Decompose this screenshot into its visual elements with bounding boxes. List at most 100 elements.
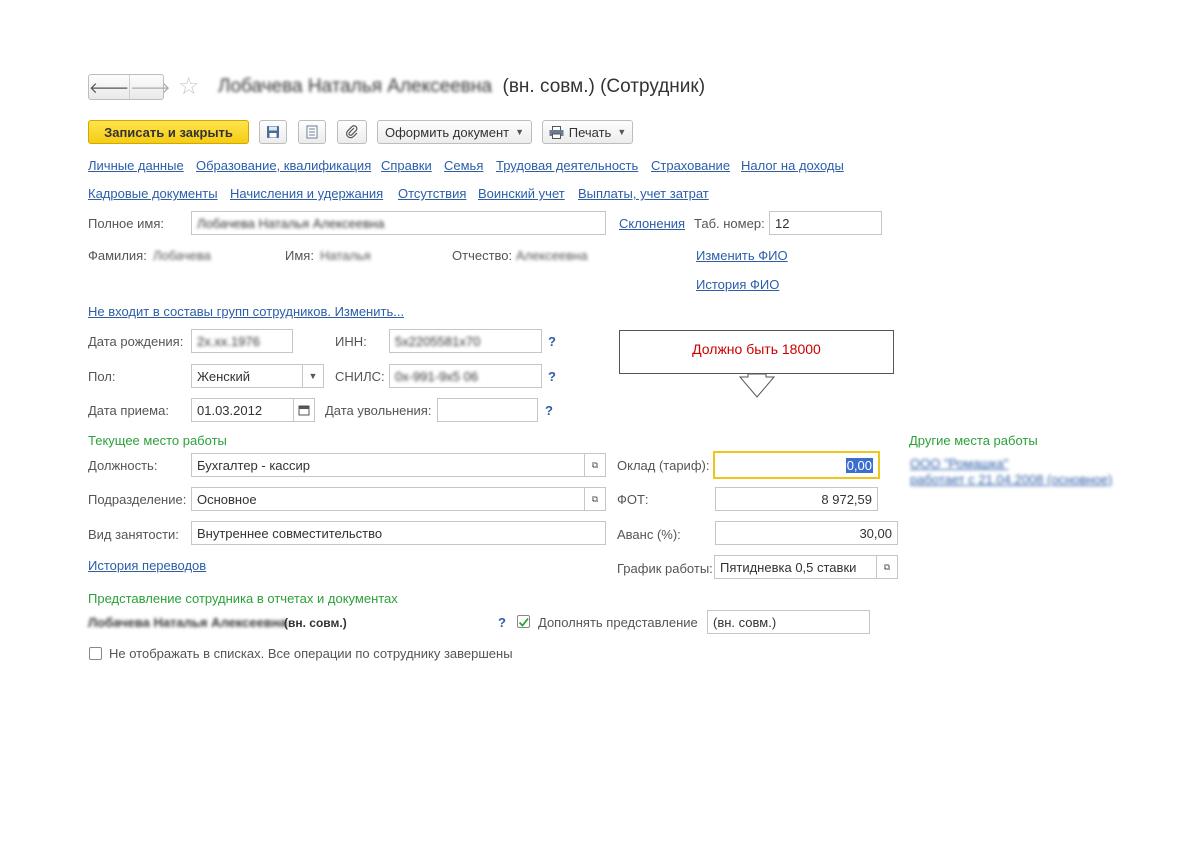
snils-help-icon[interactable]: ? bbox=[548, 369, 556, 384]
transfer-history-link[interactable]: История переводов bbox=[88, 558, 206, 573]
inn-help-icon[interactable]: ? bbox=[548, 334, 556, 349]
snils-value: 0х-991-9х5 06 bbox=[395, 368, 479, 384]
save-button[interactable] bbox=[259, 120, 287, 144]
birth-date-field[interactable]: 2х.хх.1976 bbox=[191, 329, 293, 353]
link-personal-data[interactable]: Личные данные bbox=[88, 158, 184, 173]
title-employee-name: Лобачева Наталья Алексеевна bbox=[218, 76, 492, 97]
print-button[interactable]: Печать ▼ bbox=[542, 120, 633, 144]
dismissal-date-label: Дата увольнения: bbox=[325, 403, 432, 418]
floppy-disk-icon bbox=[267, 126, 279, 138]
link-absences[interactable]: Отсутствия bbox=[398, 186, 466, 201]
create-document-label: Оформить документ bbox=[384, 124, 510, 140]
link-certificates[interactable]: Справки bbox=[381, 158, 432, 173]
supplement-field[interactable]: (вн. совм.) bbox=[707, 610, 870, 634]
position-value: Бухгалтер - кассир bbox=[197, 457, 311, 473]
open-icon[interactable]: ⧉ bbox=[584, 454, 605, 476]
patronymic-value: Алексеевна bbox=[516, 248, 588, 263]
other-work-section-title: Другие места работы bbox=[909, 433, 1038, 448]
gender-label: Пол: bbox=[88, 369, 116, 384]
schedule-value: Пятидневка 0,5 ставки bbox=[720, 559, 857, 575]
other-org-link[interactable]: ООО "Ромашка" bbox=[910, 456, 1008, 471]
attach-file-button[interactable] bbox=[337, 120, 367, 144]
link-payments-costs[interactable]: Выплаты, учет затрат bbox=[578, 186, 709, 201]
fot-label: ФОТ: bbox=[617, 492, 649, 507]
tab-number-field[interactable]: 12 bbox=[769, 211, 882, 235]
link-accruals-deductions[interactable]: Начисления и удержания bbox=[230, 186, 383, 201]
annotation-callout: Должно быть 18000 bbox=[619, 330, 894, 374]
supplement-checkbox[interactable] bbox=[517, 615, 530, 628]
declensions-link[interactable]: Склонения bbox=[619, 216, 685, 231]
representation-suffix: (вн. совм.) bbox=[284, 616, 347, 630]
link-education[interactable]: Образование, квалификация bbox=[196, 158, 371, 173]
favorite-star-icon[interactable]: ☆ bbox=[178, 72, 200, 101]
navigation-buttons: 🡐 🡒 bbox=[88, 74, 170, 100]
checkmark-icon bbox=[518, 617, 529, 627]
patronymic-label: Отчество: bbox=[452, 248, 513, 263]
save-and-close-label: Записать и закрыть bbox=[104, 124, 233, 140]
supplement-label: Дополнять представление bbox=[538, 615, 698, 630]
inn-label: ИНН: bbox=[335, 334, 367, 349]
link-hr-documents[interactable]: Кадровые документы bbox=[88, 186, 218, 201]
calendar-icon[interactable] bbox=[293, 399, 314, 421]
department-label: Подразделение: bbox=[88, 492, 187, 507]
fot-field[interactable]: 8 972,59 bbox=[715, 487, 878, 511]
firstname-value: Наталья bbox=[320, 248, 371, 263]
advance-value: 30,00 bbox=[859, 525, 892, 541]
tab-number-label: Таб. номер: bbox=[694, 216, 765, 231]
employee-groups-link[interactable]: Не входит в составы групп сотрудников. И… bbox=[88, 304, 404, 319]
dismissal-help-icon[interactable]: ? bbox=[545, 403, 553, 418]
paperclip-icon bbox=[346, 125, 358, 139]
snils-field[interactable]: 0х-991-9х5 06 bbox=[389, 364, 542, 388]
post-button[interactable] bbox=[298, 120, 326, 144]
employment-type-field[interactable]: Внутреннее совместительство bbox=[191, 521, 606, 545]
save-and-close-button[interactable]: Записать и закрыть bbox=[88, 120, 249, 144]
hire-date-value: 01.03.2012 bbox=[197, 402, 263, 418]
works-since-value: работает с 21.04.2008 (основное) bbox=[910, 472, 1113, 487]
link-family[interactable]: Семья bbox=[444, 158, 483, 173]
works-since-link[interactable]: работает с 21.04.2008 (основное) bbox=[910, 472, 1112, 487]
annotation-arrow-icon bbox=[738, 373, 776, 398]
create-document-button[interactable]: Оформить документ ▼ bbox=[377, 120, 532, 144]
gender-value: Женский bbox=[197, 368, 250, 384]
link-work-history[interactable]: Трудовая деятельность bbox=[496, 158, 638, 173]
schedule-field[interactable]: Пятидневка 0,5 ставки ⧉ bbox=[714, 555, 898, 579]
position-field[interactable]: Бухгалтер - кассир ⧉ bbox=[191, 453, 606, 477]
change-fio-link[interactable]: Изменить ФИО bbox=[696, 248, 788, 263]
department-field[interactable]: Основное ⧉ bbox=[191, 487, 606, 511]
window-title: Лобачева Наталья Алексеевна (вн. совм.) … bbox=[218, 76, 705, 98]
forward-arrow-icon[interactable]: 🡒 bbox=[129, 75, 170, 99]
link-military-record[interactable]: Воинский учет bbox=[478, 186, 565, 201]
inn-field[interactable]: 5х2205581х70 bbox=[389, 329, 542, 353]
other-org-name: ООО "Ромашка" bbox=[910, 456, 1009, 471]
advance-field[interactable]: 30,00 bbox=[715, 521, 898, 545]
chevron-down-icon: ▼ bbox=[617, 127, 627, 137]
advance-label: Аванс (%): bbox=[617, 527, 681, 542]
gender-select[interactable]: Женский ▼ bbox=[191, 364, 324, 388]
chevron-down-icon[interactable]: ▼ bbox=[302, 365, 323, 387]
birth-date-label: Дата рождения: bbox=[88, 334, 184, 349]
representation-name: Лобачева Наталья Алексеевна bbox=[88, 615, 287, 630]
tab-number-value: 12 bbox=[775, 215, 790, 231]
title-suffix: (вн. совм.) (Сотрудник) bbox=[502, 76, 706, 97]
fio-history-link[interactable]: История ФИО bbox=[696, 277, 779, 292]
hire-date-label: Дата приема: bbox=[88, 403, 169, 418]
print-label: Печать bbox=[568, 124, 612, 140]
employment-type-label: Вид занятости: bbox=[88, 527, 179, 542]
employment-type-value: Внутреннее совместительство bbox=[197, 525, 383, 541]
hide-in-lists-checkbox[interactable] bbox=[89, 647, 102, 660]
surname-value: Лобачева bbox=[153, 248, 211, 263]
schedule-label: График работы: bbox=[617, 561, 713, 576]
back-arrow-icon[interactable]: 🡐 bbox=[89, 75, 129, 99]
representation-help-icon[interactable]: ? bbox=[498, 615, 506, 630]
annotation-text: Должно быть 18000 bbox=[692, 341, 821, 357]
link-income-tax[interactable]: Налог на доходы bbox=[741, 158, 844, 173]
salary-label: Оклад (тариф): bbox=[617, 458, 710, 473]
link-insurance[interactable]: Страхование bbox=[651, 158, 730, 173]
salary-field[interactable]: 0,00 bbox=[713, 451, 880, 479]
open-icon[interactable]: ⧉ bbox=[876, 556, 897, 578]
full-name-field[interactable]: Лобачева Наталья Алексеевна bbox=[191, 211, 606, 235]
printer-icon bbox=[549, 125, 564, 139]
dismissal-date-field[interactable] bbox=[437, 398, 538, 422]
open-icon[interactable]: ⧉ bbox=[584, 488, 605, 510]
hire-date-field[interactable]: 01.03.2012 bbox=[191, 398, 315, 422]
